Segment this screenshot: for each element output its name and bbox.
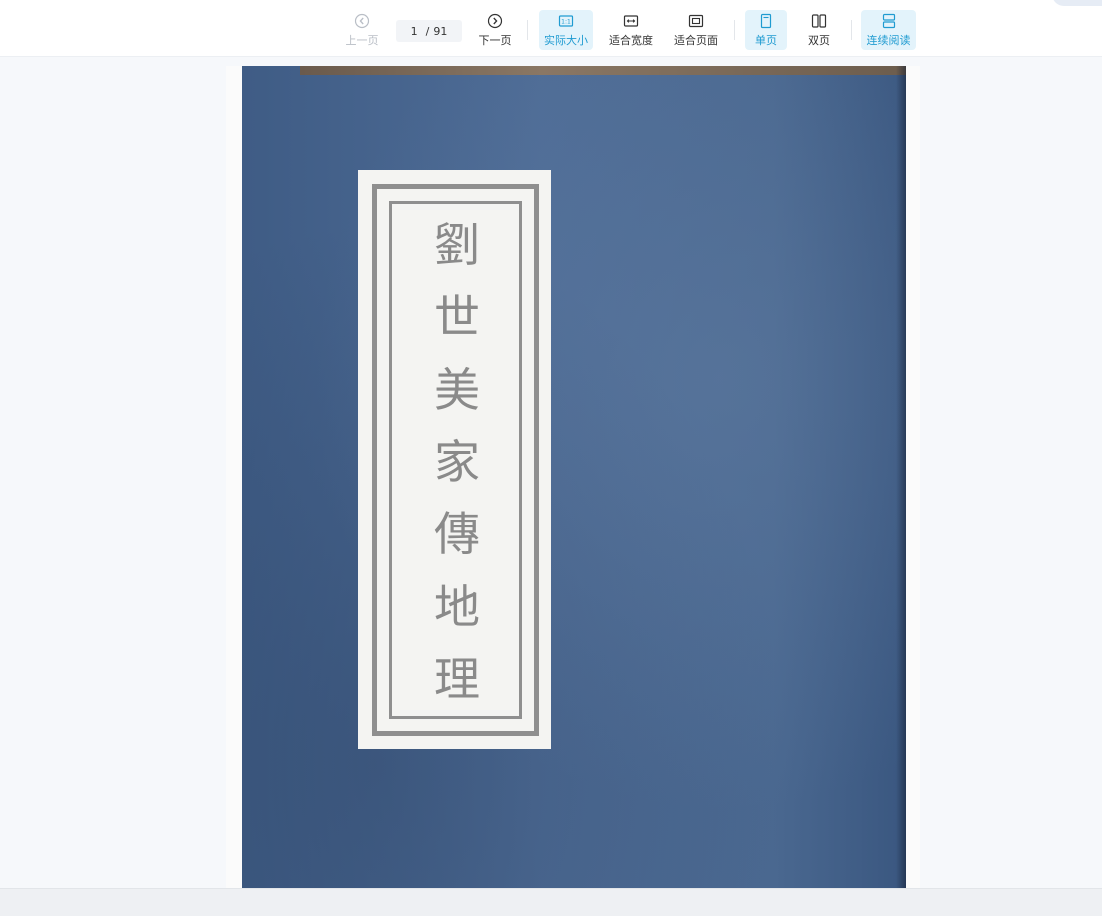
- prev-page-label: 上一页: [345, 33, 379, 47]
- double-page-label: 双页: [808, 33, 830, 47]
- fit-width-label: 适合宽度: [609, 33, 653, 47]
- book-cover-image: [242, 66, 906, 888]
- horizontal-scrollbar[interactable]: [0, 888, 1102, 916]
- page-separator: /: [425, 24, 430, 38]
- title-char: 家: [434, 434, 480, 489]
- chevron-right-circle-icon: [487, 13, 503, 29]
- chevron-left-circle-icon: [354, 13, 370, 29]
- actual-size-button[interactable]: 1:1 实际大小: [539, 10, 593, 50]
- title-char: 劉: [434, 218, 480, 272]
- fit-width-icon: [623, 13, 639, 29]
- fit-width-button[interactable]: 适合宽度: [604, 10, 658, 50]
- title-char: 理: [434, 651, 480, 706]
- double-page-button[interactable]: 双页: [798, 10, 840, 50]
- prev-page-button[interactable]: 上一页: [342, 10, 382, 50]
- single-page-icon: [758, 13, 774, 29]
- page-indicator[interactable]: 1 / 91: [396, 20, 462, 42]
- one-to-one-icon: 1:1: [558, 13, 574, 29]
- reader-toolbar: 上一页 1 / 91 下一页 1:1 实际大小 适合宽度 适合页面 单页 双页 …: [0, 0, 1102, 57]
- fit-page-button[interactable]: 适合页面: [669, 10, 723, 50]
- toolbar-divider: [851, 20, 852, 40]
- svg-text:1:1: 1:1: [561, 18, 571, 25]
- continuous-reading-button[interactable]: 连续阅读: [861, 10, 916, 50]
- single-page-button[interactable]: 单页: [745, 10, 787, 50]
- title-char: 世: [434, 290, 480, 345]
- corner-avatar-blob: [1052, 0, 1102, 6]
- title-char: 美: [434, 362, 480, 417]
- double-page-icon: [811, 13, 827, 29]
- total-pages: 91: [433, 24, 448, 38]
- title-char: 地: [434, 579, 480, 634]
- single-page-label: 单页: [755, 33, 777, 47]
- book-title: 劉 世 美 家 傳 地 理: [422, 222, 492, 702]
- next-page-label: 下一页: [478, 33, 512, 47]
- fit-page-icon: [688, 13, 704, 29]
- cover-top-edge: [300, 66, 906, 75]
- toolbar-divider: [734, 20, 735, 40]
- actual-size-label: 实际大小: [544, 33, 588, 47]
- cover-right-edge: [896, 66, 906, 888]
- continuous-scroll-icon: [881, 13, 897, 29]
- toolbar-divider: [527, 20, 528, 40]
- fit-page-label: 适合页面: [674, 33, 718, 47]
- continuous-reading-label: 连续阅读: [866, 33, 911, 47]
- next-page-button[interactable]: 下一页: [475, 10, 515, 50]
- title-char: 傳: [434, 507, 480, 562]
- current-page-input[interactable]: 1: [411, 25, 418, 38]
